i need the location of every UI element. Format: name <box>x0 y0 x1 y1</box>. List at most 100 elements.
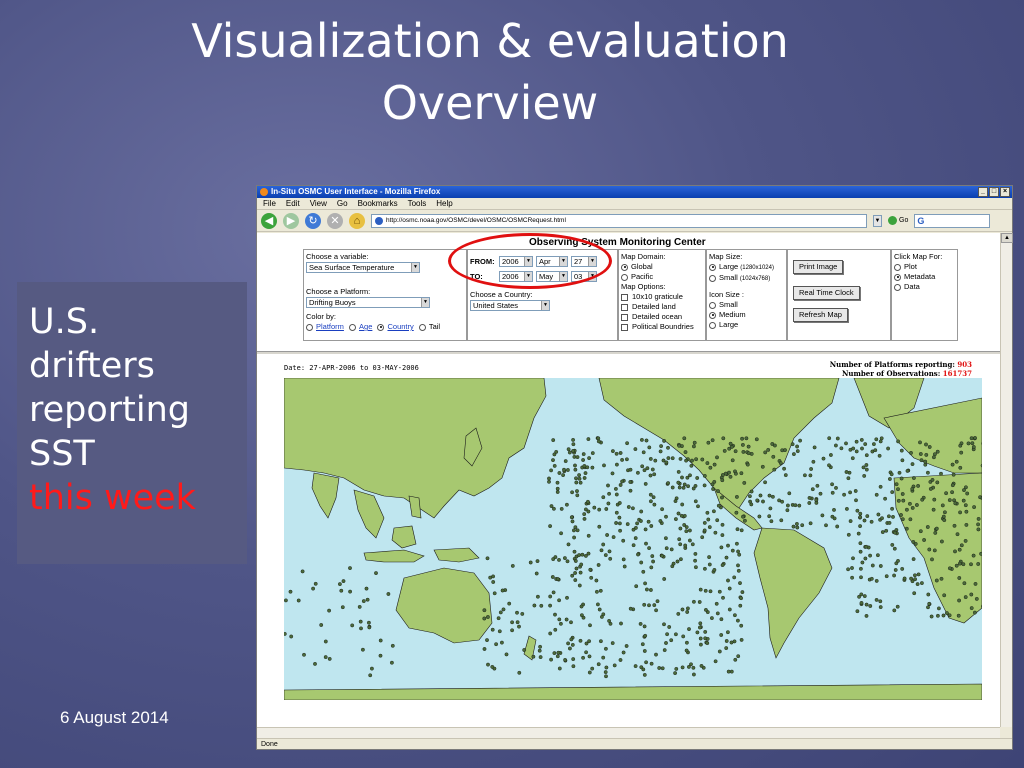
buoy-marker[interactable] <box>719 617 724 622</box>
buoy-marker[interactable] <box>588 623 592 628</box>
buoy-marker[interactable] <box>953 501 958 506</box>
buoy-marker[interactable] <box>890 506 894 511</box>
buoy-marker[interactable] <box>567 450 572 455</box>
buoy-marker[interactable] <box>695 630 700 635</box>
buoy-marker[interactable] <box>614 451 619 456</box>
buoy-marker[interactable] <box>614 510 619 515</box>
buoy-marker[interactable] <box>673 517 678 522</box>
buoy-marker[interactable] <box>571 449 575 453</box>
buoy-marker[interactable] <box>738 603 743 608</box>
buoy-marker[interactable] <box>683 450 688 455</box>
buoy-marker[interactable] <box>827 436 832 441</box>
buoy-marker[interactable] <box>963 538 968 543</box>
buoy-marker[interactable] <box>859 575 863 580</box>
buoy-marker[interactable] <box>592 505 597 510</box>
buoy-marker[interactable] <box>678 542 683 547</box>
buoy-marker[interactable] <box>618 483 623 487</box>
click-data-radio[interactable] <box>894 283 901 291</box>
buoy-marker[interactable] <box>288 589 293 594</box>
buoy-marker[interactable] <box>721 436 726 441</box>
buoy-marker[interactable] <box>869 519 874 524</box>
buoy-marker[interactable] <box>640 464 645 469</box>
buoy-marker[interactable] <box>577 553 581 558</box>
buoy-marker[interactable] <box>618 451 623 455</box>
search-input[interactable]: G <box>914 213 991 228</box>
buoy-marker[interactable] <box>604 665 609 670</box>
buoy-marker[interactable] <box>854 449 859 454</box>
buoy-marker[interactable] <box>556 650 561 655</box>
buoy-marker[interactable] <box>717 589 722 594</box>
buoy-marker[interactable] <box>768 506 773 511</box>
buoy-marker[interactable] <box>687 538 692 543</box>
buoy-marker[interactable] <box>950 483 955 488</box>
buoy-marker[interactable] <box>798 438 802 443</box>
buoy-marker[interactable] <box>887 520 892 525</box>
buoy-marker[interactable] <box>640 642 645 647</box>
buoy-marker[interactable] <box>703 629 708 634</box>
buoy-marker[interactable] <box>597 524 602 529</box>
buoy-marker[interactable] <box>785 508 790 513</box>
buoy-marker[interactable] <box>835 524 840 529</box>
buoy-marker[interactable] <box>900 458 905 463</box>
buoy-marker[interactable] <box>846 567 850 572</box>
buoy-marker[interactable] <box>691 599 696 604</box>
buoy-marker[interactable] <box>720 522 725 527</box>
buoy-marker[interactable] <box>662 648 667 652</box>
buoy-marker[interactable] <box>578 570 583 575</box>
buoy-marker[interactable] <box>496 616 501 621</box>
buoy-marker[interactable] <box>876 553 880 558</box>
buoy-marker[interactable] <box>859 566 863 571</box>
buoy-marker[interactable] <box>691 444 696 449</box>
buoy-marker[interactable] <box>707 525 712 530</box>
buoy-marker[interactable] <box>927 601 932 606</box>
buoy-marker[interactable] <box>565 468 570 472</box>
buoy-marker[interactable] <box>677 537 682 542</box>
buoy-marker[interactable] <box>957 576 962 580</box>
buoy-marker[interactable] <box>606 501 611 506</box>
buoy-marker[interactable] <box>878 605 883 610</box>
buoy-marker[interactable] <box>735 527 740 532</box>
buoy-marker[interactable] <box>664 641 668 645</box>
buoy-marker[interactable] <box>606 483 610 488</box>
buoy-marker[interactable] <box>662 439 666 443</box>
buoy-marker[interactable] <box>378 653 383 658</box>
buoy-marker[interactable] <box>570 642 575 647</box>
buoy-marker[interactable] <box>918 529 923 534</box>
buoy-marker[interactable] <box>719 545 724 550</box>
buoy-marker[interactable] <box>510 563 515 568</box>
buoy-marker[interactable] <box>702 566 707 571</box>
scroll-up-icon[interactable]: ▲ <box>1001 233 1013 243</box>
buoy-marker[interactable] <box>795 525 800 530</box>
buoy-marker[interactable] <box>604 507 609 511</box>
buoy-marker[interactable] <box>617 515 622 520</box>
buoy-marker[interactable] <box>669 547 674 552</box>
buoy-marker[interactable] <box>744 436 749 441</box>
buoy-marker[interactable] <box>563 459 568 464</box>
buoy-marker[interactable] <box>808 521 813 526</box>
buoy-marker[interactable] <box>690 542 695 547</box>
buoy-marker[interactable] <box>912 591 917 596</box>
icon-small-radio[interactable] <box>709 301 716 309</box>
buoy-marker[interactable] <box>857 594 861 599</box>
buoy-marker[interactable] <box>706 517 711 522</box>
buoy-marker[interactable] <box>746 444 751 449</box>
color-country-radio[interactable] <box>377 323 385 331</box>
buoy-marker[interactable] <box>613 487 618 491</box>
buoy-marker[interactable] <box>925 525 930 529</box>
horizontal-scrollbar[interactable] <box>257 727 1000 738</box>
buoy-marker[interactable] <box>739 596 743 601</box>
buoy-marker[interactable] <box>586 509 591 514</box>
buoy-marker[interactable] <box>620 479 624 484</box>
buoy-marker[interactable] <box>850 566 854 570</box>
buoy-marker[interactable] <box>878 439 883 444</box>
buoy-marker[interactable] <box>864 602 869 607</box>
buoy-marker[interactable] <box>965 491 970 496</box>
stop-icon[interactable]: ✕ <box>327 212 343 229</box>
buoy-marker[interactable] <box>782 466 786 471</box>
buoy-marker[interactable] <box>633 447 638 452</box>
buoy-marker[interactable] <box>555 480 560 485</box>
buoy-marker[interactable] <box>537 648 542 653</box>
graticule-checkbox[interactable] <box>621 293 628 301</box>
buoy-marker[interactable] <box>649 565 654 570</box>
buoy-marker[interactable] <box>868 553 872 558</box>
